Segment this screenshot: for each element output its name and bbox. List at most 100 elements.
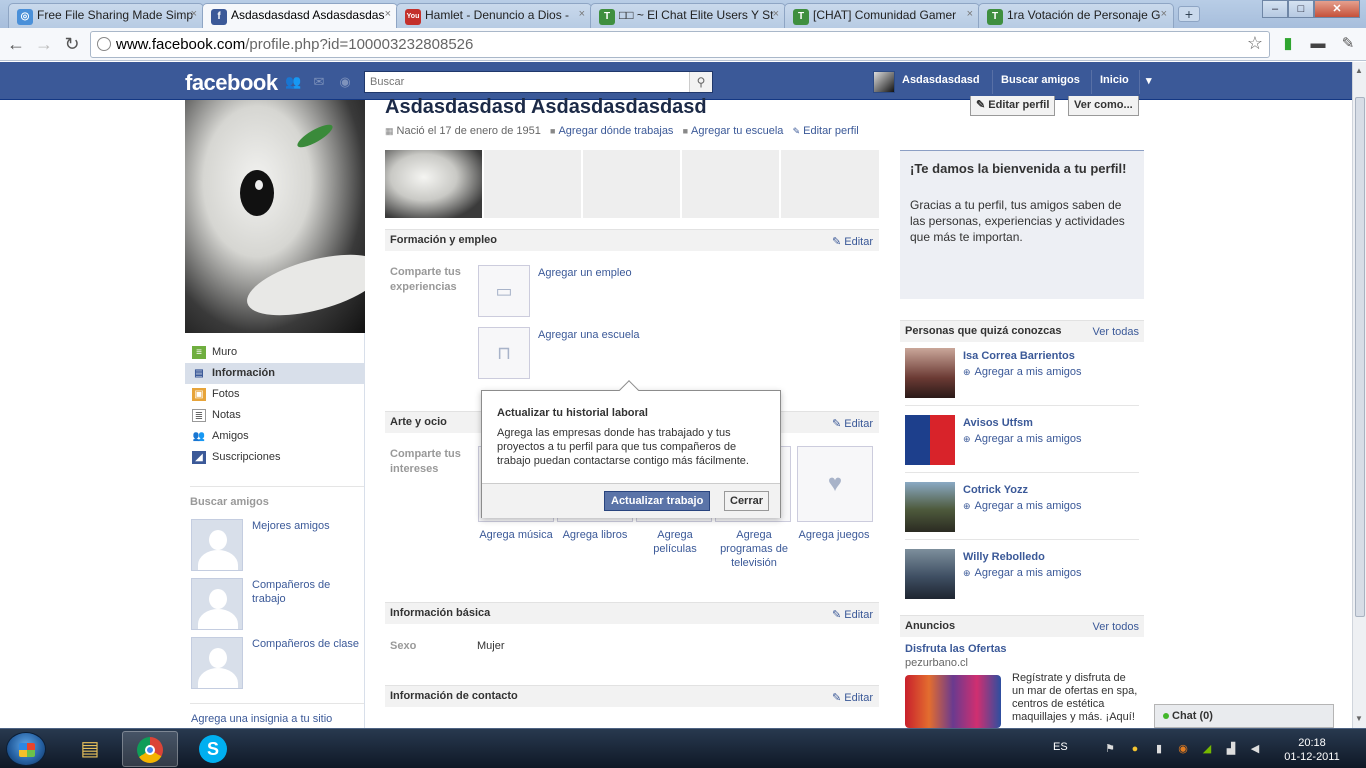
suggestion-label[interactable]: Mejores amigos [252,519,362,533]
top-nav-home[interactable]: Inicio [1100,74,1129,86]
scroll-down-icon[interactable]: ▼ [1355,714,1363,723]
tab-close-icon[interactable]: × [967,8,973,20]
add-movies-link[interactable]: Agrega películas [636,528,714,556]
facebook-logo[interactable]: facebook [185,70,278,96]
add-friend-link[interactable]: ⊕ Agregar a mis amigos [963,433,1082,445]
reload-button[interactable]: ↻ [62,34,82,54]
notifications-icon[interactable]: ◉ [337,75,353,89]
close-popup-button[interactable]: Cerrar [724,491,770,511]
browser-tab-active[interactable]: f Asdasdasdasd Asdasdasdas × [202,3,398,28]
briefcase-icon[interactable]: ▭ [478,265,530,317]
signal-extension-icon[interactable]: ▮ [1279,35,1297,53]
tray-app-icon[interactable]: ● [1128,742,1142,756]
system-clock[interactable]: 20:18 01-12-2011 [1282,736,1342,764]
nav-item-subscriptions[interactable]: ◢ Suscripciones [185,447,365,468]
search-input[interactable] [365,72,687,92]
view-as-button[interactable]: Ver como... [1068,96,1139,116]
person-photo[interactable] [905,549,955,599]
browser-tab[interactable]: T 1ra Votación de Personaje G × [978,3,1174,28]
maximize-button[interactable]: □ [1288,0,1314,18]
add-job-link[interactable]: Agregar un empleo [538,267,632,279]
volume-icon[interactable]: ◀ [1248,742,1262,756]
photo-thumbnail[interactable] [385,150,482,218]
bookmark-star-icon[interactable]: ☆ [1247,33,1263,54]
messages-icon[interactable]: ✉ [311,75,327,89]
games-icon[interactable]: ♥ [797,446,873,522]
chat-tab[interactable]: Chat (0) [1154,704,1334,728]
close-window-button[interactable]: ✕ [1314,0,1360,18]
person-name[interactable]: Avisos Utfsm [963,417,1033,429]
action-center-flag-icon[interactable]: ⚑ [1103,742,1117,756]
add-friend-link[interactable]: ⊕ Agregar a mis amigos [963,500,1082,512]
edit-education-link[interactable]: ✎ Editar [832,235,873,248]
tab-close-icon[interactable]: × [191,8,197,20]
person-photo[interactable] [905,415,955,465]
edit-profile-button[interactable]: ✎ Editar perfil [970,96,1056,116]
address-bar[interactable]: www.facebook.com/profile.php?id=10000323… [90,31,1270,58]
search-icon[interactable]: ⚲ [689,72,712,92]
skype-icon[interactable]: S [185,731,241,767]
chrome-icon[interactable] [122,731,178,767]
scrollbar-thumb[interactable] [1355,97,1365,617]
suggestion-label[interactable]: Compañeros de trabajo [252,578,362,606]
tray-app-icon[interactable]: ◉ [1176,742,1190,756]
person-name[interactable]: Isa Correa Barrientos [963,350,1075,362]
scroll-up-icon[interactable]: ▲ [1355,66,1363,75]
nav-item-friends[interactable]: 👥 Amigos [185,426,365,447]
ad-title[interactable]: Disfruta las Ofertas [905,643,1006,655]
browser-tab[interactable]: T [CHAT] Comunidad Gamer × [784,3,980,28]
add-games-link[interactable]: Agrega juegos [795,528,873,542]
pymk-see-all-link[interactable]: Ver todas [1093,326,1139,338]
add-friend-link[interactable]: ⊕ Agregar a mis amigos [963,567,1082,579]
friend-list-suggestion[interactable]: Compañeros de trabajo [191,578,361,630]
minimize-button[interactable]: – [1262,0,1288,18]
person-name[interactable]: Cotrick Yozz [963,484,1028,496]
ad-image[interactable] [905,675,1001,728]
start-button[interactable] [6,732,46,766]
browser-tab[interactable]: ◎ Free File Sharing Made Simp × [8,3,204,28]
tab-close-icon[interactable]: × [385,8,391,20]
new-tab-button[interactable]: + [1178,6,1200,22]
nvidia-icon[interactable]: ◢ [1200,742,1214,756]
edit-basic-info-link[interactable]: ✎ Editar [832,608,873,621]
edit-contact-link[interactable]: ✎ Editar [832,691,873,704]
person-photo[interactable] [905,348,955,398]
friend-list-suggestion[interactable]: Compañeros de clase [191,637,361,689]
person-name[interactable]: Willy Rebolledo [963,551,1045,563]
ads-see-all-link[interactable]: Ver todos [1093,621,1139,633]
browser-tab[interactable]: You Hamlet - Denuncio a Dios - × [396,3,592,28]
forward-button[interactable]: → [34,34,54,54]
nav-item-photos[interactable]: ▣ Fotos [185,384,365,405]
nav-item-notes[interactable]: ≣ Notas [185,405,365,426]
friend-requests-icon[interactable]: 👥 [285,75,301,89]
page-scrollbar[interactable]: ▲ ▼ [1352,62,1366,728]
device-icon[interactable]: ▮ [1152,742,1166,756]
add-music-link[interactable]: Agrega música [477,528,555,542]
user-avatar[interactable] [873,71,895,93]
tab-close-icon[interactable]: × [579,8,585,20]
tab-close-icon[interactable]: × [773,8,779,20]
browser-tab[interactable]: T □□ ~ El Chat Elite Users Y St × [590,3,786,28]
edit-profile-link[interactable]: Editar perfil [803,125,859,137]
nav-item-wall[interactable]: ≡ Muro [185,342,365,363]
add-books-link[interactable]: Agrega libros [556,528,634,542]
profile-picture[interactable] [185,100,365,333]
top-nav-find-friends[interactable]: Buscar amigos [1001,74,1080,86]
edit-arts-link[interactable]: ✎ Editar [832,417,873,430]
add-tv-link[interactable]: Agrega programas de televisión [715,528,793,570]
add-school-link[interactable]: Agregar una escuela [538,329,640,341]
network-icon[interactable]: ▟ [1224,742,1238,756]
wrench-menu-icon[interactable]: ✎ [1339,35,1357,53]
person-photo[interactable] [905,482,955,532]
add-friend-link[interactable]: ⊕ Agregar a mis amigos [963,366,1082,378]
extension-icon[interactable]: ▬ [1309,35,1327,53]
language-indicator[interactable]: ES [1053,741,1068,753]
school-desk-icon[interactable]: ⊓ [478,327,530,379]
tab-close-icon[interactable]: × [1161,8,1167,20]
add-work-link[interactable]: Agregar dónde trabajas [558,125,673,137]
add-school-link[interactable]: Agregar tu escuela [691,125,783,137]
friend-list-suggestion[interactable]: Mejores amigos [191,519,361,571]
suggestion-label[interactable]: Compañeros de clase [252,637,362,651]
nav-item-info[interactable]: ▤ Información [185,363,365,384]
explorer-icon[interactable]: ▤ [62,731,118,767]
